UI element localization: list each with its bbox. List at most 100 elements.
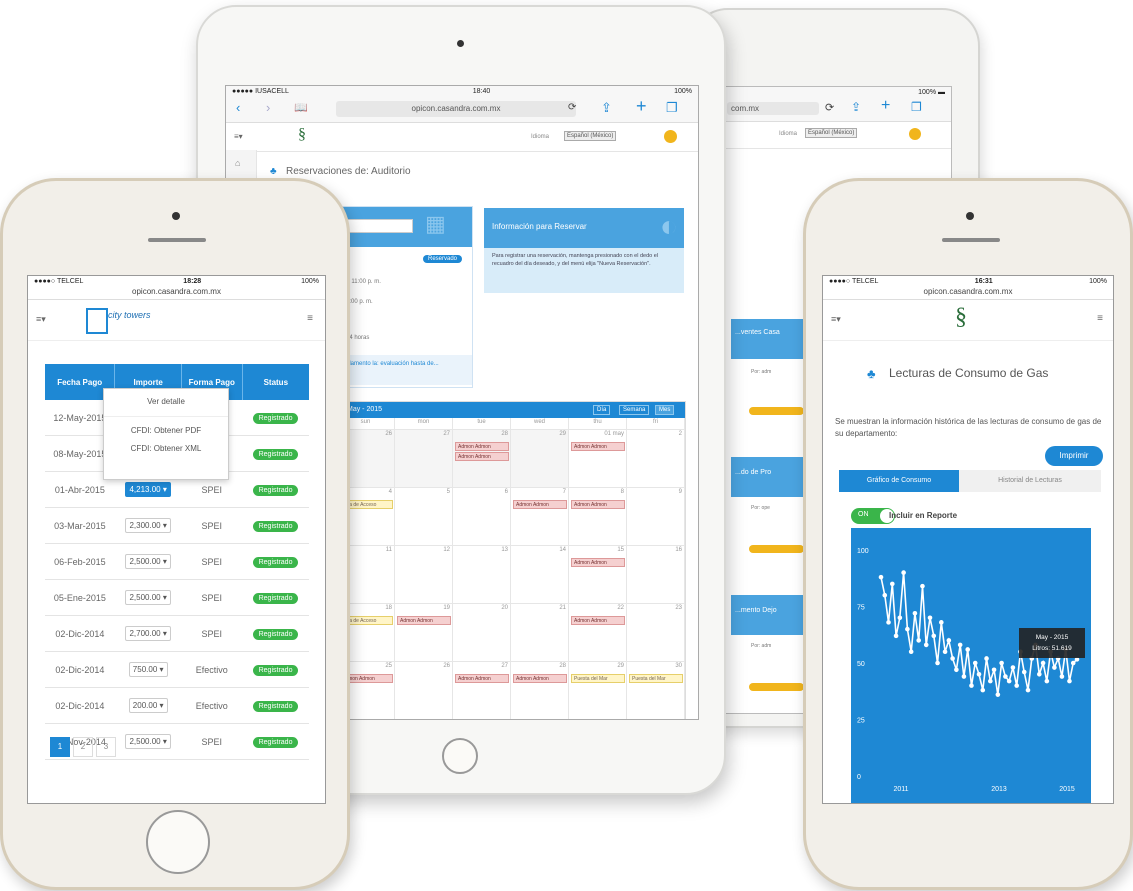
reload-icon[interactable]: ⟳ xyxy=(825,101,834,114)
calendar-event[interactable]: Admon Admon xyxy=(455,674,509,683)
calendar-day-cell[interactable]: 22 xyxy=(569,604,627,662)
data-point[interactable] xyxy=(954,667,959,673)
status-badge[interactable]: Registrado xyxy=(252,628,299,640)
calendar-event[interactable]: Admon Admon xyxy=(571,500,625,509)
data-point[interactable] xyxy=(901,570,906,575)
calendar-event[interactable]: Puesta del Mar xyxy=(571,674,625,683)
tab-grafico[interactable]: Gráfico de Consumo xyxy=(839,470,959,492)
data-point[interactable] xyxy=(991,667,997,673)
data-point[interactable] xyxy=(935,660,940,666)
calendar-grid[interactable]: sun mon tue wed thu fri 26 27 28 29 01 may 2 4 5 6 7 8 9 1… xyxy=(337,418,685,719)
menu-icon[interactable]: ≡▾ xyxy=(36,314,46,325)
data-point[interactable] xyxy=(942,649,948,654)
data-point[interactable] xyxy=(905,626,910,632)
data-point[interactable] xyxy=(1070,660,1076,666)
status-badge[interactable]: Registrado xyxy=(252,736,299,748)
data-point[interactable] xyxy=(988,678,993,684)
data-point[interactable] xyxy=(1067,678,1072,684)
data-point[interactable] xyxy=(931,633,937,639)
data-point[interactable] xyxy=(1003,674,1008,679)
print-button[interactable]: Imprimir xyxy=(1045,446,1103,466)
table-row[interactable]: 03-Mar-2015 2,300.00 ▾ SPEI Registrado xyxy=(45,507,309,544)
calendar-day-cell[interactable]: 16 xyxy=(627,546,685,604)
auditorio-select[interactable] xyxy=(341,219,413,233)
data-point[interactable] xyxy=(976,672,982,677)
calendar-event[interactable]: Admon Admon xyxy=(397,616,451,625)
hamburger-icon[interactable]: ≡ xyxy=(307,313,313,324)
data-point[interactable] xyxy=(946,638,952,643)
calendar-day-cell[interactable]: 13 xyxy=(453,546,511,604)
calendar-event[interactable]: Admon Admon xyxy=(571,442,625,451)
calendar-day-cell[interactable]: 19 xyxy=(395,604,453,662)
calendar-day-cell[interactable]: 28 xyxy=(511,662,569,719)
menu-item-obtener-pdf[interactable]: CFDI: Obtener PDF xyxy=(104,417,228,440)
data-point[interactable] xyxy=(965,647,970,652)
add-tab-icon[interactable]: + xyxy=(881,97,890,115)
data-point[interactable] xyxy=(1025,687,1031,693)
table-row[interactable]: 02-Dic-2014 750.00 ▾ Efectivo Registrado xyxy=(45,651,309,688)
data-point[interactable] xyxy=(999,660,1004,666)
reload-icon[interactable]: ⟳ xyxy=(568,102,576,113)
data-point[interactable] xyxy=(893,633,899,639)
share-icon[interactable]: ⇪ xyxy=(601,100,612,116)
status-badge[interactable]: Registrado xyxy=(252,664,299,676)
data-point[interactable] xyxy=(1044,678,1050,684)
calendar-event[interactable]: Admon Admon xyxy=(455,442,509,451)
data-point[interactable] xyxy=(886,620,891,625)
data-point[interactable] xyxy=(957,642,963,648)
tabs-icon[interactable]: ❐ xyxy=(911,100,922,114)
calendar-day-cell[interactable]: 6 xyxy=(453,488,511,546)
calendar-day-cell[interactable]: 27 xyxy=(453,662,511,719)
calendar-event[interactable]: Admon Admon xyxy=(513,500,567,509)
calendar-day-cell[interactable]: 29 xyxy=(569,662,627,719)
idioma-select[interactable]: Español (México) xyxy=(805,128,858,138)
data-point[interactable] xyxy=(939,620,944,625)
calendar-day-cell[interactable]: 15 xyxy=(569,546,627,604)
status-badge[interactable]: Registrado xyxy=(252,592,299,604)
importe-dropdown-button[interactable]: 2,500.00 ▾ xyxy=(125,590,171,605)
ipad-home-button[interactable] xyxy=(442,738,478,774)
calendar-day-cell[interactable]: 7 xyxy=(511,488,569,546)
data-point[interactable] xyxy=(1010,665,1016,670)
phone-home-button[interactable] xyxy=(146,810,210,874)
add-tab-icon[interactable]: + xyxy=(636,96,647,117)
page-1-button[interactable]: 1 xyxy=(50,737,70,757)
url-bar[interactable]: opicon.casandra.com.mx xyxy=(823,287,1113,300)
importe-dropdown-button[interactable]: 2,300.00 ▾ xyxy=(125,518,171,533)
calendar-day-cell[interactable]: 01 may xyxy=(569,430,627,488)
url-bar[interactable]: opicon.casandra.com.mx xyxy=(28,287,325,300)
status-badge[interactable]: Registrado xyxy=(252,556,299,568)
calendar-event[interactable]: Admon Admon xyxy=(455,452,509,461)
data-point[interactable] xyxy=(972,660,978,666)
site-logo-icon[interactable]: § xyxy=(955,304,967,331)
importe-dropdown-button[interactable]: 2,500.00 ▾ xyxy=(125,554,171,569)
importe-dropdown-button[interactable]: 2,500.00 ▾ xyxy=(125,734,171,749)
data-point[interactable] xyxy=(1040,660,1046,666)
data-point[interactable] xyxy=(1014,683,1019,688)
data-point[interactable] xyxy=(916,638,921,643)
calendar-day-cell[interactable]: 26 xyxy=(395,662,453,719)
calendar-day-cell[interactable]: 23 xyxy=(627,604,685,662)
menu-item-ver-detalle[interactable]: Ver detalle xyxy=(104,389,228,417)
site-logo[interactable]: city towers xyxy=(108,310,151,320)
calendar-day-cell[interactable]: 5 xyxy=(395,488,453,546)
table-row[interactable]: 02-Dic-2014 200.00 ▾ Efectivo Registrado xyxy=(45,687,309,724)
data-point[interactable] xyxy=(1021,669,1027,675)
calendar-day-cell[interactable]: 30 xyxy=(627,662,685,719)
data-point[interactable] xyxy=(961,674,967,679)
data-point[interactable] xyxy=(920,583,925,589)
url-bar[interactable]: opicon.casandra.com.mx xyxy=(336,101,576,117)
data-point[interactable] xyxy=(980,687,986,693)
day-view-button[interactable]: Día xyxy=(593,405,611,415)
back-icon[interactable]: ‹ xyxy=(236,100,240,115)
card-header-1[interactable]: ...ventes Casa xyxy=(731,319,811,359)
menu-icon[interactable]: ≡▾ xyxy=(831,314,841,325)
url-bar[interactable]: com.mx xyxy=(727,102,819,115)
data-point[interactable] xyxy=(882,592,888,598)
bookmarks-icon[interactable]: 📖 xyxy=(294,101,308,114)
calendar-day-cell[interactable]: 29 xyxy=(511,430,569,488)
week-view-button[interactable]: Semana xyxy=(619,405,650,415)
card-header-3[interactable]: ...mento Dejo xyxy=(731,595,811,635)
data-point[interactable] xyxy=(908,649,914,654)
reglamento-link[interactable]: ...elamento la: evaluación hasta de... xyxy=(337,355,472,385)
